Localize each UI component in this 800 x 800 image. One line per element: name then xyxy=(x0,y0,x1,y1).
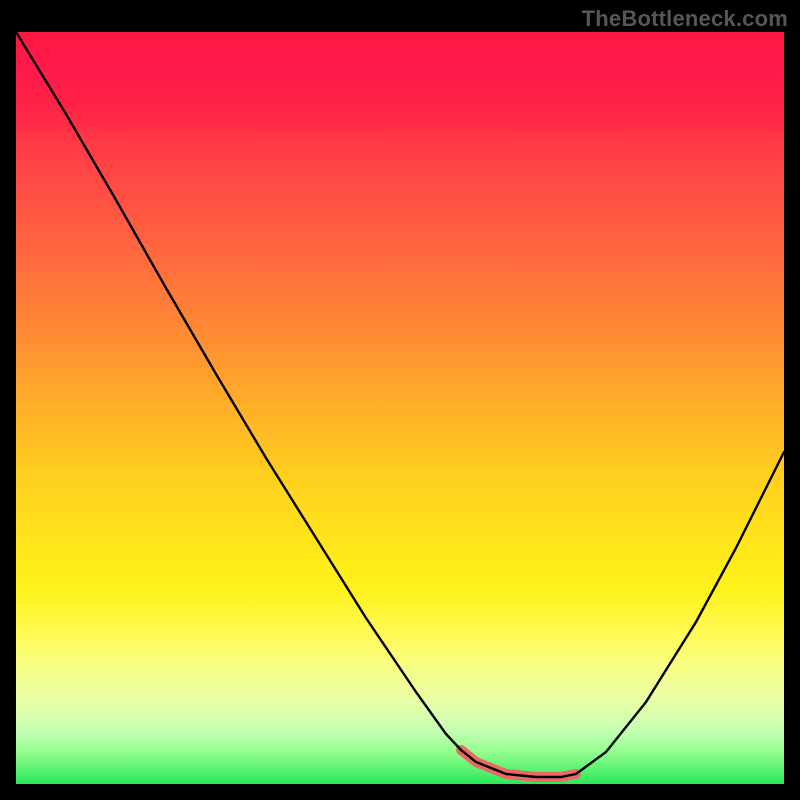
plot-area xyxy=(16,32,784,784)
watermark-text: TheBottleneck.com xyxy=(582,6,788,32)
main-curve xyxy=(16,32,784,777)
chart-stage: TheBottleneck.com xyxy=(0,0,800,800)
curve-layer xyxy=(16,32,784,784)
